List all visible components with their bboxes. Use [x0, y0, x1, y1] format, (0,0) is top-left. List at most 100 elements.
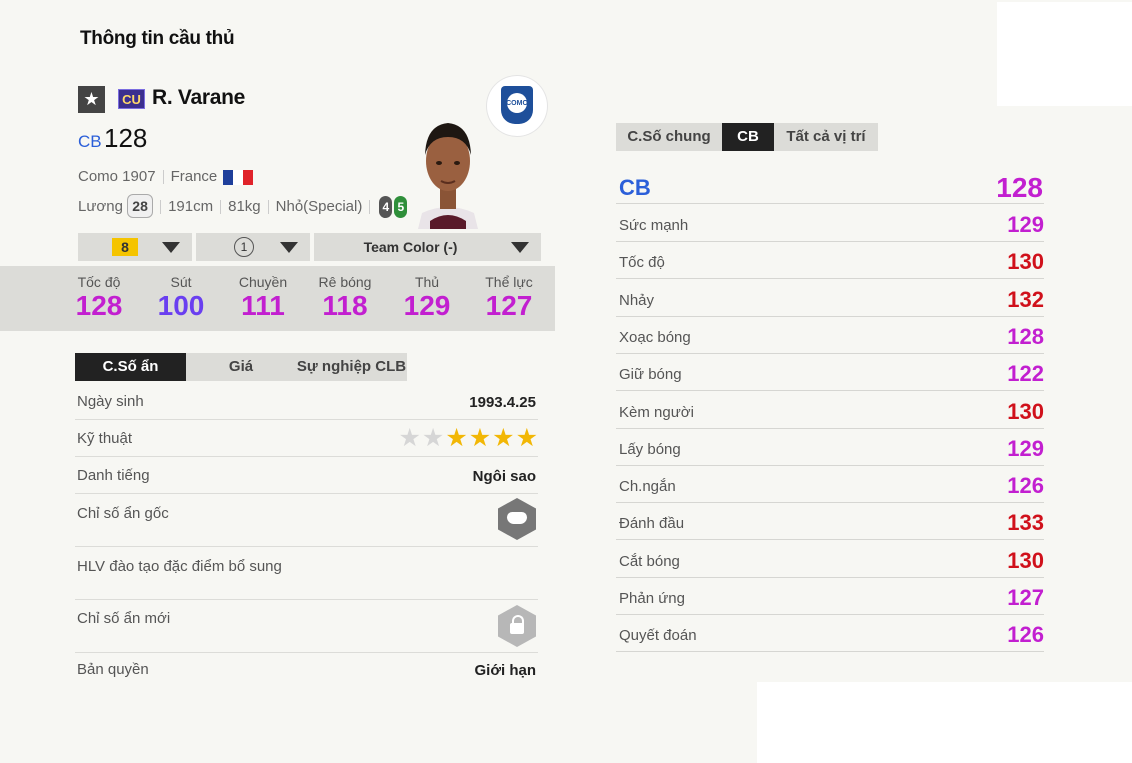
- stat-row: Đánh đầu 133: [616, 502, 1044, 541]
- stat-label: Lấy bóng: [619, 440, 681, 458]
- stat-row: Giữ bóng 122: [616, 353, 1044, 392]
- player-name: R. Varane: [152, 86, 246, 109]
- stat-row: Sức mạnh 129: [616, 204, 1044, 242]
- stat-label: Kèm người: [619, 403, 694, 421]
- stat-value: 129: [1007, 212, 1044, 237]
- info-row-coach-traits: HLV đào tạo đặc điểm bổ sung: [75, 547, 538, 600]
- star-filled-icon: ★: [445, 424, 468, 452]
- summary-stat-value: 118: [322, 290, 368, 321]
- summary-stat: Thể lực 127: [468, 274, 550, 322]
- chevron-down-icon: [280, 242, 298, 253]
- body-type: Nhỏ(Special): [275, 198, 363, 215]
- info-row-original-traits: Chỉ số ẩn gốc: [75, 494, 538, 547]
- tab-hidden-stats[interactable]: C.Số ẩn: [75, 353, 186, 381]
- stat-row: Quyết đoán 126: [616, 614, 1044, 653]
- lock-icon[interactable]: [498, 605, 536, 647]
- club-logo: COMO: [487, 76, 547, 136]
- tab-price[interactable]: Giá: [186, 353, 296, 381]
- player-height: 191cm: [168, 198, 214, 215]
- birth-label: Ngày sinh: [77, 393, 144, 410]
- stat-label: Xoạc bóng: [619, 328, 691, 346]
- stat-label: Ch.ngắn: [619, 478, 676, 496]
- player-ovr: 128: [104, 123, 148, 153]
- stat-row: Ch.ngắn 126: [616, 465, 1044, 504]
- summary-stats: Tốc độ 128 Sút 100 Chuyền 111 Rê bóng 118 Th…: [0, 266, 555, 331]
- star-icon[interactable]: ★: [78, 86, 105, 113]
- skill-stars: ★★★★★★: [397, 425, 538, 451]
- stat-value: 130: [1007, 547, 1044, 573]
- club-logo-text: COMO: [506, 100, 528, 107]
- rank-badge: 1: [234, 237, 254, 257]
- info-row-new-traits: Chỉ số ẩn mới: [75, 600, 538, 653]
- stat-value: 127: [1007, 585, 1044, 610]
- level-dropdown[interactable]: 8: [78, 233, 192, 261]
- tab-position-cb[interactable]: CB: [722, 123, 774, 151]
- coach-traits-label: HLV đào tạo đặc điểm bổ sung: [77, 558, 282, 575]
- info-row-skill: Kỹ thuật ★★★★★★: [75, 420, 538, 457]
- weak-foot-badge: 4: [379, 196, 393, 218]
- player-weight: 81kg: [228, 198, 261, 215]
- stat-value: 133: [1007, 510, 1044, 536]
- left-tabs: C.Số ẩn Giá Sự nghiệp CLB: [75, 353, 407, 381]
- nation-name: France: [170, 168, 218, 185]
- star-filled-icon: ★: [515, 424, 538, 452]
- info-row-birth: Ngày sinh 1993.4.25: [75, 383, 538, 420]
- stat-label: Phản ứng: [619, 590, 685, 607]
- summary-stat-label: Rê bóng: [318, 274, 372, 290]
- wage-badge: 28: [127, 194, 154, 218]
- original-traits-label: Chỉ số ẩn gốc: [77, 505, 169, 522]
- summary-stat-value: 100: [157, 290, 205, 321]
- page-title: Thông tin cầu thủ: [80, 28, 235, 49]
- rank-dropdown[interactable]: 1: [196, 233, 310, 261]
- info-row-reputation: Danh tiếng Ngôi sao: [75, 457, 538, 494]
- wage-label: Lương: [78, 198, 123, 215]
- summary-stat-value: 128: [75, 290, 123, 321]
- license-label: Bản quyền: [77, 661, 149, 678]
- level-badge: 8: [112, 238, 138, 256]
- stat-label: Sức mạnh: [619, 217, 689, 234]
- blank-panel-bottom: [757, 682, 1132, 763]
- new-traits-label: Chỉ số ẩn mới: [77, 610, 171, 627]
- summary-stat-label: Thủ: [414, 274, 440, 290]
- tab-club-career[interactable]: Sự nghiệp CLB: [296, 353, 407, 381]
- stat-row: Kèm người 130: [616, 391, 1044, 429]
- attributes-row: Lương 28 191cm 81kg Nhỏ(Special) 4 5: [78, 194, 408, 218]
- summary-stat: Tốc độ 128: [58, 274, 140, 322]
- summary-stat-value: 127: [485, 290, 533, 321]
- strong-foot-badge: 5: [394, 196, 408, 218]
- tab-general-stats[interactable]: C.Số chung: [616, 123, 722, 151]
- summary-stat: Sút 100: [140, 274, 222, 322]
- summary-stat-value: 129: [403, 290, 451, 321]
- stat-value: 130: [1007, 398, 1044, 424]
- summary-stat-label: Sút: [170, 274, 192, 290]
- summary-stat: Chuyền 111: [222, 274, 304, 322]
- reputation-value: Ngôi sao: [472, 468, 536, 485]
- chevron-down-icon: [511, 242, 529, 253]
- player-photo: [418, 123, 478, 229]
- skill-label: Kỹ thuật: [77, 430, 133, 447]
- stat-row: Nhảy 132: [616, 279, 1044, 317]
- player-position: CB: [78, 132, 102, 151]
- tab-all-positions[interactable]: Tất cả vị trí: [774, 123, 878, 151]
- club-nation-row: Como 1907 France: [78, 168, 254, 185]
- stat-value: 130: [1007, 249, 1044, 275]
- star-empty-icon: ★: [421, 424, 445, 452]
- stat-value: 126: [1007, 473, 1044, 499]
- team-color-dropdown[interactable]: Team Color (-): [314, 233, 541, 261]
- position-rating-label: CB: [619, 175, 651, 200]
- stat-row: Lấy bóng 129: [616, 428, 1044, 466]
- license-value: Giới hạn: [474, 662, 536, 679]
- info-row-license: Bản quyền Giới hạn: [75, 653, 538, 687]
- blank-panel-top: [997, 2, 1132, 106]
- summary-stat-label: Chuyền: [238, 274, 288, 290]
- right-tabs: C.Số chung CB Tất cả vị trí: [616, 123, 878, 151]
- team-color-label: Team Color (-): [363, 239, 458, 255]
- stat-label: Giữ bóng: [619, 366, 682, 384]
- star-filled-icon: ★: [468, 424, 492, 452]
- summary-stat-value: 111: [241, 290, 285, 321]
- summary-stat-label: Thể lực: [485, 274, 533, 290]
- bull-icon[interactable]: [498, 498, 536, 540]
- stat-value: 129: [1007, 435, 1044, 461]
- stat-label: Tốc độ: [619, 254, 665, 272]
- stat-value: 122: [1007, 361, 1044, 387]
